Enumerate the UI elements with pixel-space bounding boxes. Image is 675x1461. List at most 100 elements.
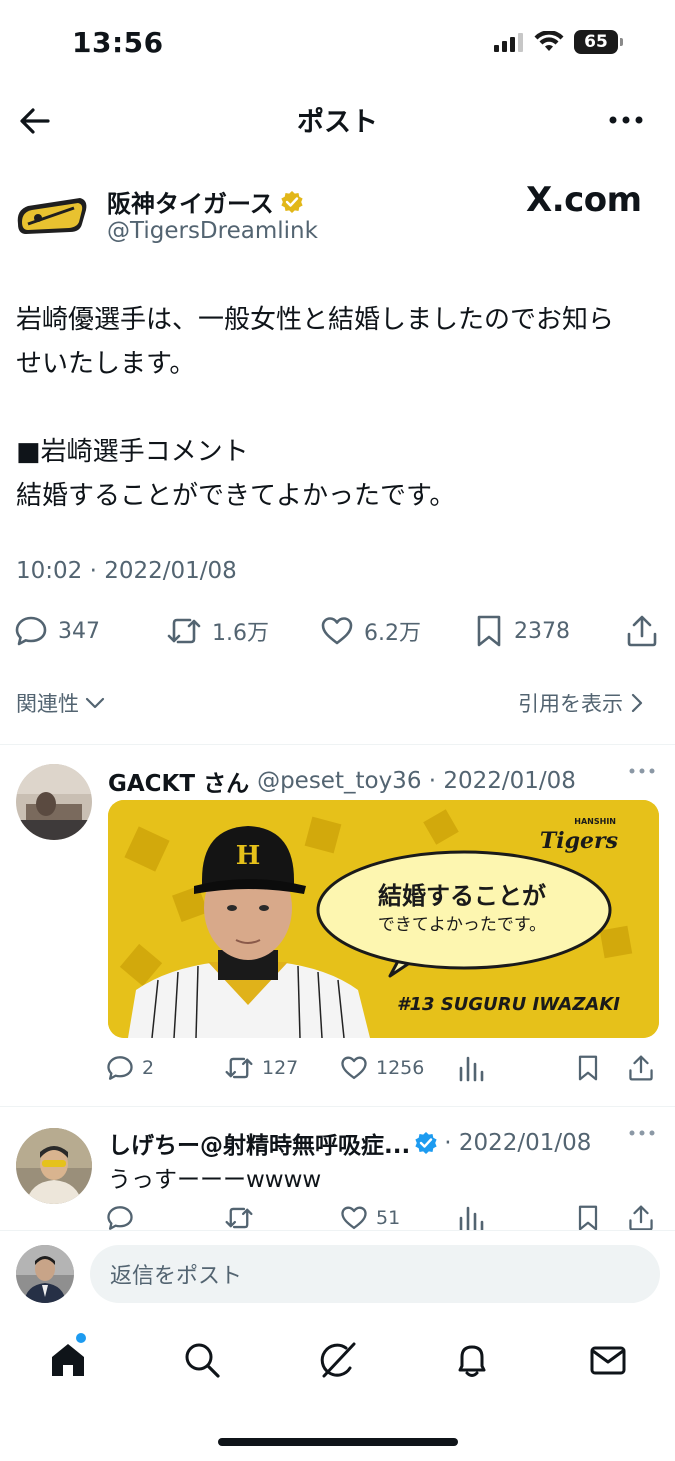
nav-notifications[interactable] (452, 1340, 492, 1380)
repost-button[interactable] (224, 1204, 254, 1232)
share-icon (629, 1205, 653, 1231)
sort-relevance-label: 関連性 (16, 692, 79, 716)
more-button[interactable] (608, 110, 644, 130)
like-count: 6.2万 (364, 621, 421, 646)
reply-author-name[interactable]: しげちー@射精時無呼吸症... (108, 1126, 410, 1160)
status-icons: 65 (494, 30, 623, 54)
view-quotes-link[interactable]: 引用を表示 (518, 688, 643, 718)
bubble-line-2: できてよかったです。 (378, 915, 546, 935)
nav-messages[interactable] (588, 1340, 628, 1380)
share-button[interactable] (626, 614, 658, 648)
verified-badge-icon (281, 190, 303, 213)
status-time: 13:56 (72, 26, 164, 59)
bookmark-icon (477, 615, 501, 647)
search-icon (185, 1343, 220, 1378)
like-icon (341, 1056, 367, 1080)
post-timestamp[interactable]: 10:02 · 2022/01/08 (16, 558, 237, 584)
repost-icon (167, 618, 201, 644)
reply-avatar[interactable] (16, 1128, 92, 1204)
repost-count: 127 (262, 1057, 299, 1079)
grok-icon (320, 1342, 356, 1378)
views-icon (459, 1206, 484, 1232)
reply-more-button[interactable] (628, 764, 656, 778)
bookmark-button[interactable] (576, 1054, 600, 1082)
x-com-watermark: X.com (526, 180, 642, 220)
repost-count: 1.6万 (212, 621, 269, 646)
reply-more-button[interactable] (628, 1126, 656, 1140)
reply-author-name[interactable]: GACKT さん (108, 764, 249, 798)
divider (0, 1106, 675, 1107)
verified-badge-icon (415, 1132, 437, 1154)
more-icon (629, 1130, 655, 1136)
like-icon (321, 617, 353, 645)
bookmark-count: 2378 (514, 618, 570, 644)
home-icon (52, 1344, 84, 1376)
image-logo-small: HANSHIN (574, 817, 616, 826)
bookmark-icon (578, 1205, 598, 1231)
author-name[interactable]: 阪神タイガース (107, 184, 304, 219)
reply-button[interactable] (106, 1204, 134, 1232)
bookmark-button[interactable] (576, 1204, 600, 1232)
more-icon (629, 768, 655, 774)
bell-icon (458, 1345, 486, 1377)
repost-icon (225, 1057, 253, 1079)
image-caption: #13 SUGURU IWAZAKI (397, 994, 620, 1015)
home-indicator (218, 1438, 458, 1446)
page-title: ポスト (297, 107, 378, 138)
more-icon (609, 116, 643, 124)
repost-button[interactable]: 1.6万 (166, 614, 269, 648)
chevron-down-icon (85, 697, 105, 709)
reply-image[interactable]: H HANSHIN Tigers 結婚することが できてよかったです。 #13 … (108, 800, 659, 1038)
share-icon (627, 615, 657, 647)
repost-button[interactable]: 127 (224, 1054, 298, 1082)
reply-text: うっすーーーwwww (108, 1167, 322, 1193)
reply-count: 2 (142, 1057, 155, 1079)
chevron-right-icon (631, 693, 643, 713)
signal-icon (494, 33, 523, 52)
bubble-line-1: 結婚することが (378, 882, 546, 910)
reply-count: 347 (58, 618, 100, 644)
like-count: 51 (376, 1207, 401, 1229)
reply-header: GACKT さん @peset_toy36 · 2022/01/08 (108, 764, 576, 798)
like-button[interactable]: 1256 (340, 1054, 424, 1082)
repost-icon (225, 1207, 253, 1229)
image-logo: Tigers (540, 828, 618, 854)
reply-date[interactable]: · 2022/01/08 (444, 1130, 591, 1156)
nav-grok[interactable] (318, 1340, 358, 1380)
author-name-text: 阪神タイガース (107, 190, 274, 218)
wifi-icon (534, 31, 564, 51)
nav-home[interactable] (48, 1340, 88, 1380)
like-icon (341, 1206, 367, 1230)
views-button[interactable] (458, 1204, 484, 1232)
views-button[interactable] (458, 1054, 484, 1082)
like-button[interactable]: 6.2万 (320, 614, 421, 648)
share-button[interactable] (628, 1204, 654, 1232)
mail-icon (590, 1346, 626, 1375)
reply-avatar[interactable] (16, 764, 92, 840)
reply-handle-date[interactable]: @peset_toy36 · 2022/01/08 (257, 768, 576, 794)
reply-input[interactable]: 返信をポスト (90, 1245, 660, 1303)
like-button[interactable]: 51 (340, 1204, 400, 1232)
notification-dot (76, 1333, 86, 1343)
reply-icon (15, 616, 47, 646)
sort-relevance-dropdown[interactable]: 関連性 (16, 688, 105, 718)
like-count: 1256 (376, 1057, 425, 1079)
bookmark-icon (578, 1055, 598, 1081)
reply-icon (107, 1056, 133, 1080)
nav-search[interactable] (182, 1340, 222, 1380)
author-handle[interactable]: @TigersDreamlink (107, 218, 318, 244)
author-avatar[interactable] (14, 194, 90, 238)
reply-button[interactable]: 2 (106, 1054, 154, 1082)
share-button[interactable] (628, 1054, 654, 1082)
battery-indicator: 65 (574, 30, 623, 54)
share-icon (629, 1055, 653, 1081)
post-text: 岩崎優選手は、一般女性と結婚しましたのでお知ら せいたします。 ■岩崎選手コメン… (16, 305, 615, 511)
views-icon (459, 1056, 484, 1082)
reply-button[interactable]: 347 (14, 614, 100, 648)
reply-icon (107, 1206, 133, 1230)
divider (0, 744, 675, 745)
svg-text:H: H (236, 841, 261, 871)
bookmark-button[interactable]: 2378 (474, 614, 570, 648)
post-action-row: 347 1.6万 6.2万 2378 (14, 614, 662, 650)
current-user-avatar[interactable] (16, 1245, 74, 1303)
